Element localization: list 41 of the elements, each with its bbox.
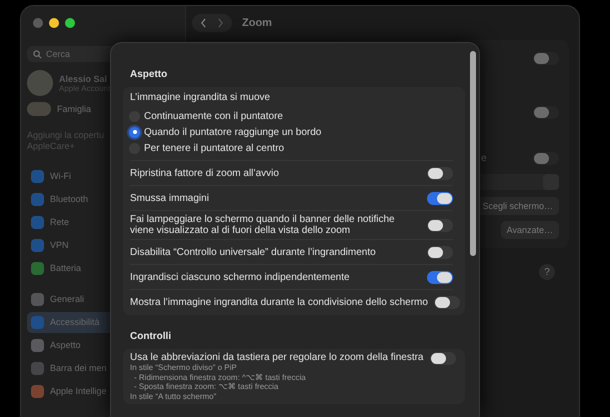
back-icon xyxy=(200,18,207,28)
note-text: In stile “Schermo diviso” o PiP xyxy=(130,363,238,373)
avatar xyxy=(27,70,53,96)
toggle-switch[interactable] xyxy=(427,246,453,258)
zoom-button[interactable] xyxy=(65,18,75,28)
setting-label: Smussa immagini xyxy=(130,192,210,204)
setting-label: Ingrandisci ciascuno schermo indipendentemente xyxy=(130,272,351,282)
radio-option[interactable]: Quando il puntatore raggiunge un bordo xyxy=(129,124,453,140)
note-text: In stile “A tutto schermo” xyxy=(130,392,218,402)
note-text: - Sposta finestra zoom: ⌥⌘ tasti freccia xyxy=(133,382,280,392)
minimize-button[interactable] xyxy=(49,18,59,28)
close-button[interactable] xyxy=(33,18,43,28)
radio-option[interactable]: Continuamente con il puntatore xyxy=(129,108,453,124)
toggle-switch[interactable] xyxy=(427,218,453,232)
setting-label: Mostra l’immagine ingrandita durante la condivisione dello schermo xyxy=(130,297,428,308)
toggle-switch[interactable] xyxy=(533,152,559,164)
help-button[interactable]: ? xyxy=(539,264,555,280)
radio-group-label: L’immagine ingrandita si muove xyxy=(130,92,272,105)
setting-label: Usa le abbreviazioni da tastiera per regolare lo zoom della finestra xyxy=(130,352,424,363)
family-item[interactable]: Famiglia xyxy=(57,104,92,114)
setting-label: Ripristina fattore di zoom all’avvio xyxy=(130,168,280,178)
toggle-switch[interactable] xyxy=(427,192,453,204)
section-title: Controlli xyxy=(129,330,172,344)
forward-icon xyxy=(217,18,224,28)
setting-label: Disabilita “Controllo universale” durante l’ingrandimento xyxy=(130,246,377,258)
search-icon xyxy=(33,50,42,58)
toggle-switch[interactable] xyxy=(427,166,453,180)
window-title: Zoom xyxy=(242,17,272,29)
family-icon xyxy=(27,102,51,116)
toggle-switch[interactable] xyxy=(533,106,559,118)
section-title: Aspetto xyxy=(129,68,168,82)
toggle-switch[interactable] xyxy=(533,52,559,64)
scrollbar[interactable] xyxy=(470,51,476,256)
toggle-switch[interactable] xyxy=(427,270,453,284)
advanced-button[interactable]: Avanzate… xyxy=(500,221,559,239)
radio-option[interactable]: Per tenere il puntatore al centro xyxy=(129,140,453,156)
note-text: - Ridimensiona finestra zoom: ^⌥⌘ tasti freccia xyxy=(133,372,307,382)
toggle-switch[interactable] xyxy=(430,352,456,365)
radio-button[interactable] xyxy=(129,126,140,138)
setting-label: Fai lampeggiare lo schermo quando il banner delle notifiche viene visualizzato al di fuori della vista dello zoom xyxy=(130,214,396,236)
toggle-switch[interactable] xyxy=(434,296,460,309)
